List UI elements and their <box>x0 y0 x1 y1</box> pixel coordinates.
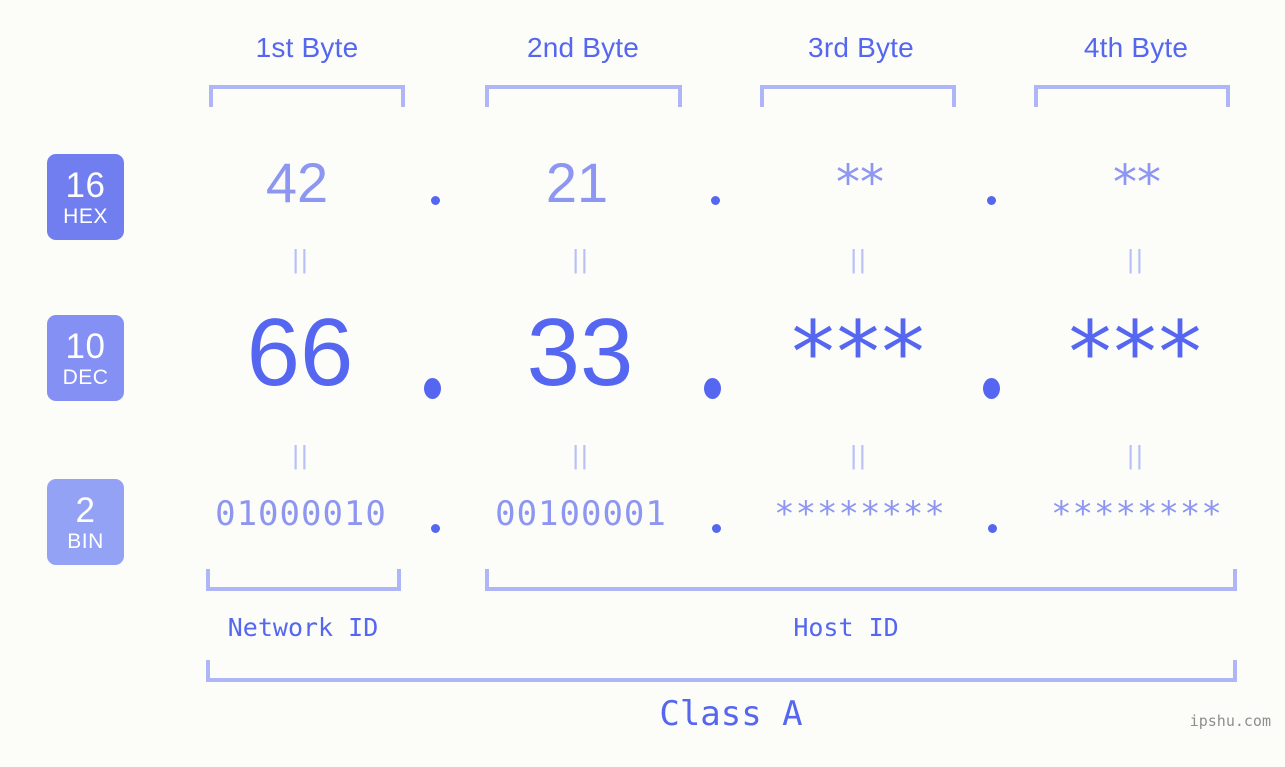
hex-byte-2: 21 <box>545 151 609 214</box>
hex-dot-3-icon <box>987 196 996 205</box>
byte-header-4: 4th Byte <box>1083 32 1189 63</box>
equals-dec-bin-2-icon: || <box>572 440 590 470</box>
equals-hex-dec-2-icon: || <box>572 244 590 274</box>
badge-dec-base: 10 <box>65 326 106 366</box>
badge-bin-name: BIN <box>67 529 104 553</box>
hex-byte-4: ** <box>1113 155 1161 211</box>
badge-bin: 2 BIN <box>47 479 124 565</box>
bin-dot-2-icon <box>712 524 721 533</box>
network-id-bracket-icon <box>206 569 401 591</box>
bin-dot-3-icon <box>988 524 997 533</box>
watermark: ipshu.com <box>1189 712 1271 730</box>
host-id-bracket-icon <box>485 569 1237 591</box>
badge-hex: 16 HEX <box>47 154 124 240</box>
dec-dot-2-icon <box>704 378 721 399</box>
bin-dot-1-icon <box>431 524 440 533</box>
dec-dot-1-icon <box>424 378 441 399</box>
hex-byte-1: 42 <box>265 151 329 214</box>
byte-header-2: 2nd Byte <box>526 32 640 63</box>
equals-dec-bin-3-icon: || <box>850 440 868 470</box>
dec-dot-3-icon <box>983 378 1000 399</box>
bin-byte-1: 01000010 <box>215 494 387 534</box>
dec-byte-2: 33 <box>526 299 634 406</box>
byte-bracket-1-icon <box>209 85 405 107</box>
bin-byte-3: ******** <box>774 494 946 534</box>
equals-hex-dec-3-icon: || <box>850 244 868 274</box>
badge-dec: 10 DEC <box>47 315 124 401</box>
host-id-label: Host ID <box>793 613 899 642</box>
bin-byte-2: 00100001 <box>495 494 667 534</box>
dec-byte-4: *** <box>1068 303 1204 403</box>
ip-breakdown-diagram: 1st Byte 2nd Byte 3rd Byte 4th Byte 16 H… <box>0 0 1285 767</box>
equals-dec-bin-4-icon: || <box>1127 440 1145 470</box>
dec-byte-1: 66 <box>246 299 354 406</box>
badge-hex-base: 16 <box>65 165 106 205</box>
byte-header-1: 1st Byte <box>255 32 359 63</box>
network-id-label: Network ID <box>227 613 379 642</box>
dec-byte-3: *** <box>791 303 927 403</box>
byte-bracket-3-icon <box>760 85 956 107</box>
class-bracket-icon <box>206 660 1237 682</box>
equals-dec-bin-1-icon: || <box>292 440 310 470</box>
bin-byte-4: ******** <box>1051 494 1223 534</box>
equals-hex-dec-4-icon: || <box>1127 244 1145 274</box>
byte-bracket-4-icon <box>1034 85 1230 107</box>
hex-dot-1-icon <box>431 196 440 205</box>
badge-hex-name: HEX <box>63 204 108 228</box>
byte-bracket-2-icon <box>485 85 682 107</box>
hex-dot-2-icon <box>711 196 720 205</box>
hex-byte-3: ** <box>836 155 884 211</box>
byte-header-3: 3rd Byte <box>808 32 914 63</box>
equals-hex-dec-1-icon: || <box>292 244 310 274</box>
class-label: Class A <box>659 694 803 734</box>
badge-bin-base: 2 <box>75 490 96 530</box>
badge-dec-name: DEC <box>62 365 109 389</box>
